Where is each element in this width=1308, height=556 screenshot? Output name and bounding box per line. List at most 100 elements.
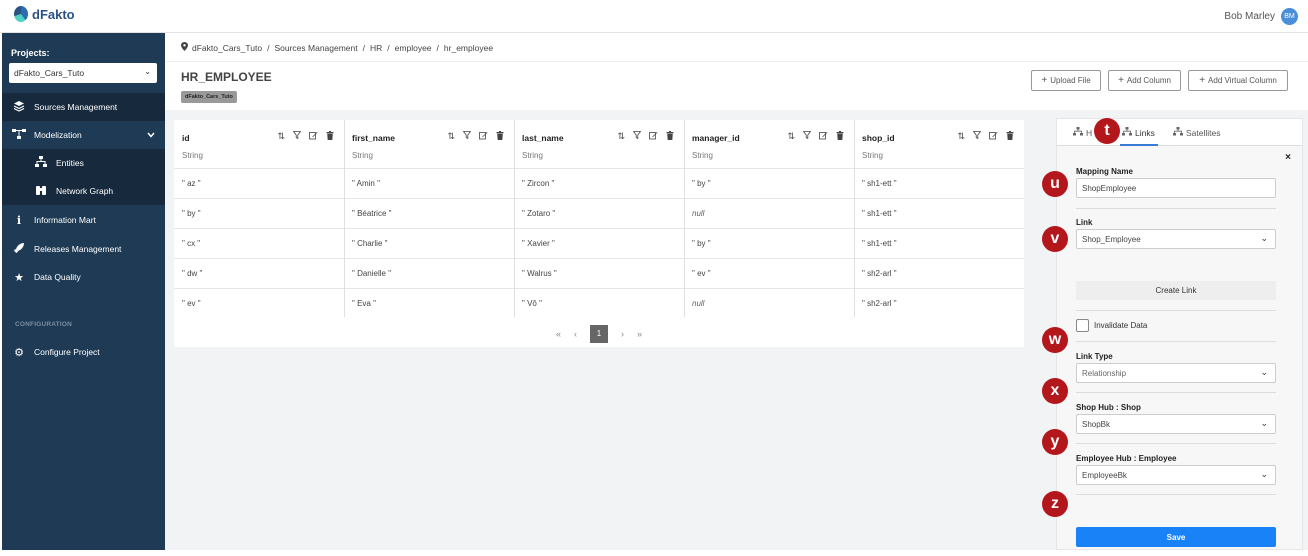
trash-icon[interactable] xyxy=(1006,131,1014,142)
column-actions: ⇅ xyxy=(787,131,844,142)
binoculars-icon xyxy=(34,184,48,199)
header-divider xyxy=(165,61,1308,62)
sort-icon[interactable]: ⇅ xyxy=(277,131,285,142)
prev-page-button[interactable]: ‹ xyxy=(574,329,577,339)
link-label: Link xyxy=(1076,218,1093,227)
first-page-button[interactable]: « xyxy=(556,329,561,339)
trash-icon[interactable] xyxy=(496,131,504,142)
shop-hub-label: Shop Hub : Shop xyxy=(1076,403,1141,412)
section-divider xyxy=(1076,392,1276,393)
shop-hub-select[interactable]: ShopBk ⌄ xyxy=(1076,414,1276,434)
breadcrumb-separator: / xyxy=(436,42,439,53)
tab-hubs[interactable]: H xyxy=(1073,127,1092,138)
annotation-marker-z: z xyxy=(1042,491,1068,517)
column-header: first_name String ⇅ xyxy=(344,120,514,168)
trash-icon[interactable] xyxy=(326,131,334,142)
sidebar-item-sources-management[interactable]: Sources Management xyxy=(2,93,165,121)
table-cell: " dw " xyxy=(174,258,344,288)
edit-icon[interactable] xyxy=(989,131,998,142)
avatar[interactable]: BM xyxy=(1281,8,1298,25)
breadcrumb-item[interactable]: dFakto_Cars_Tuto xyxy=(192,43,262,53)
filter-icon[interactable] xyxy=(632,131,642,142)
add-virtual-column-button[interactable]: + Add Virtual Column xyxy=(1188,70,1288,91)
sidebar: Projects: dFakto_Cars_Tuto ⌄ Sources Man… xyxy=(2,33,165,550)
trash-icon[interactable] xyxy=(666,131,674,142)
breadcrumb-item[interactable]: hr_employee xyxy=(444,43,493,53)
sidebar-item-label: Data Quality xyxy=(34,272,81,282)
close-icon[interactable]: × xyxy=(1285,152,1291,163)
filter-icon[interactable] xyxy=(292,131,302,142)
configuration-heading: CONFIGURATION xyxy=(15,321,73,328)
invalidate-data-checkbox[interactable] xyxy=(1076,319,1089,332)
sidebar-item-modelization[interactable]: Modelization xyxy=(2,121,165,149)
button-label: Add Column xyxy=(1126,76,1171,85)
hierarchy-icon xyxy=(1073,127,1083,138)
breadcrumb-item[interactable]: Sources Management xyxy=(274,43,357,53)
employee-hub-label: Employee Hub : Employee xyxy=(1076,454,1177,463)
filter-icon[interactable] xyxy=(462,131,472,142)
project-select-value: dFakto_Cars_Tuto xyxy=(14,68,85,78)
last-page-button[interactable]: » xyxy=(637,329,642,339)
tab-links[interactable]: Links xyxy=(1122,127,1155,138)
link-type-select[interactable]: Relationship ⌄ xyxy=(1076,363,1276,383)
sidebar-item-label: Configure Project xyxy=(34,347,100,357)
user-name: Bob Marley xyxy=(1224,11,1275,22)
filter-icon[interactable] xyxy=(802,131,812,142)
breadcrumb-item[interactable]: employee xyxy=(395,43,432,53)
sidebar-item-entities[interactable]: Entities xyxy=(2,149,165,177)
edit-icon[interactable] xyxy=(819,131,828,142)
edit-icon[interactable] xyxy=(479,131,488,142)
column-type: String xyxy=(352,151,373,160)
sort-icon[interactable]: ⇅ xyxy=(617,131,625,142)
annotation-marker-x: x xyxy=(1042,378,1068,404)
column-header: manager_id String ⇅ xyxy=(684,120,854,168)
sort-icon[interactable]: ⇅ xyxy=(957,131,965,142)
create-link-button[interactable]: Create Link xyxy=(1076,281,1276,300)
table-cell: " Eva " xyxy=(344,288,514,318)
sort-icon[interactable]: ⇅ xyxy=(447,131,455,142)
button-label: Add Virtual Column xyxy=(1208,76,1277,85)
edit-icon[interactable] xyxy=(649,131,658,142)
plus-icon: + xyxy=(1199,75,1206,86)
annotation-marker-u: u xyxy=(1042,171,1068,197)
trash-icon[interactable] xyxy=(836,131,844,142)
save-button[interactable]: Save xyxy=(1076,527,1276,547)
dfakto-logo[interactable]: dFakto xyxy=(14,6,75,22)
sidebar-item-label: Releases Management xyxy=(34,244,122,254)
sidebar-item-label: Information Mart xyxy=(34,215,96,225)
sidebar-item-configure-project[interactable]: ⚙ Configure Project xyxy=(2,338,165,366)
next-page-button[interactable]: › xyxy=(621,329,624,339)
active-tab-indicator xyxy=(1120,144,1158,146)
table-cell: " Xavier " xyxy=(514,228,684,258)
upload-file-button[interactable]: + Upload File xyxy=(1031,70,1101,91)
top-bar: dFakto Bob Marley BM xyxy=(0,0,1308,33)
add-column-button[interactable]: + Add Column xyxy=(1108,70,1181,91)
chevron-down-icon: ⌄ xyxy=(1260,469,1268,479)
filter-icon[interactable] xyxy=(972,131,982,142)
breadcrumb-item[interactable]: HR xyxy=(370,43,382,53)
tab-satellites[interactable]: Satellites xyxy=(1173,127,1221,138)
page-button-current[interactable]: 1 xyxy=(590,324,608,343)
sidebar-item-information-mart[interactable]: i Information Mart xyxy=(2,206,165,234)
info-icon: i xyxy=(16,213,22,227)
sort-icon[interactable]: ⇅ xyxy=(787,131,795,142)
section-divider xyxy=(1076,443,1276,444)
sidebar-item-data-quality[interactable]: ★ Data Quality xyxy=(2,263,165,291)
table-cell: " Charlie " xyxy=(344,228,514,258)
table-cell: " by " xyxy=(174,198,344,228)
table-cell: " Zircon " xyxy=(514,168,684,198)
table-cell: " by " xyxy=(684,228,854,258)
sidebar-item-network-graph[interactable]: Network Graph xyxy=(2,177,165,205)
employee-hub-select[interactable]: EmployeeBk ⌄ xyxy=(1076,465,1276,485)
sidebar-item-label: Modelization xyxy=(34,130,82,140)
column-separator xyxy=(684,120,685,317)
sidebar-item-releases-management[interactable]: Releases Management xyxy=(2,235,165,263)
data-table: id String ⇅ " az " " by " " cx " " dw " " ev " f… xyxy=(174,120,1024,347)
hierarchy-icon xyxy=(34,155,48,171)
edit-icon[interactable] xyxy=(309,131,318,142)
rocket-icon xyxy=(12,242,26,257)
link-select[interactable]: Shop_Employee ⌄ xyxy=(1076,229,1276,249)
project-select[interactable]: dFakto_Cars_Tuto ⌄ xyxy=(9,63,157,83)
user-menu[interactable]: Bob Marley BM xyxy=(1224,8,1298,25)
mapping-name-input[interactable]: ShopEmployee xyxy=(1076,178,1276,198)
